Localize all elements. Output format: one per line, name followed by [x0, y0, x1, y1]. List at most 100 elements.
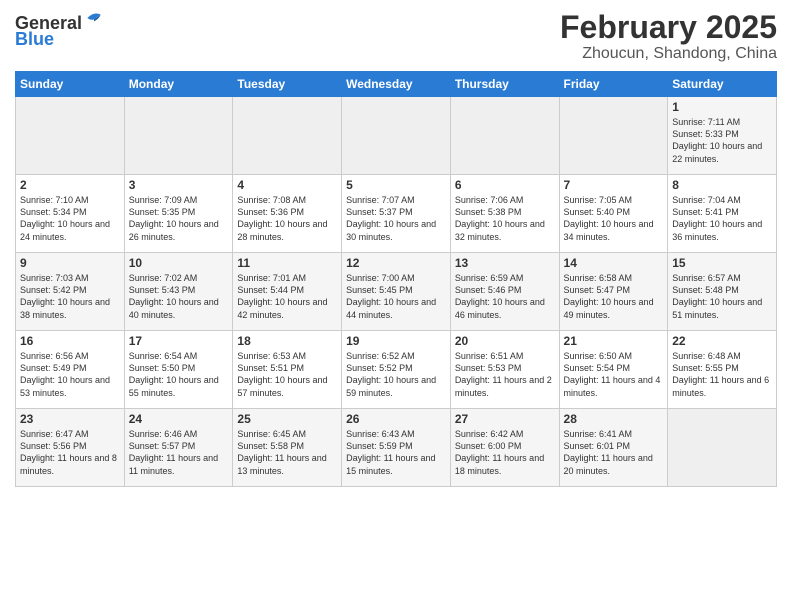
- day-number: 19: [346, 334, 446, 348]
- day-info: Sunrise: 6:45 AM Sunset: 5:58 PM Dayligh…: [237, 428, 337, 477]
- col-wednesday: Wednesday: [342, 72, 451, 97]
- day-number: 2: [20, 178, 120, 192]
- day-info: Sunrise: 7:08 AM Sunset: 5:36 PM Dayligh…: [237, 194, 337, 243]
- logo: General Blue: [15, 14, 104, 50]
- calendar-cell: 4 Sunrise: 7:08 AM Sunset: 5:36 PM Daylig…: [233, 175, 342, 253]
- day-number: 16: [20, 334, 120, 348]
- calendar-cell: 25 Sunrise: 6:45 AM Sunset: 5:58 PM Dayli…: [233, 409, 342, 487]
- day-info: Sunrise: 7:10 AM Sunset: 5:34 PM Dayligh…: [20, 194, 120, 243]
- day-info: Sunrise: 6:52 AM Sunset: 5:52 PM Dayligh…: [346, 350, 446, 399]
- day-number: 21: [564, 334, 664, 348]
- calendar-cell: [233, 97, 342, 175]
- calendar-cell: 17 Sunrise: 6:54 AM Sunset: 5:50 PM Dayli…: [124, 331, 233, 409]
- day-number: 10: [129, 256, 229, 270]
- day-info: Sunrise: 7:05 AM Sunset: 5:40 PM Dayligh…: [564, 194, 664, 243]
- calendar-cell: 23 Sunrise: 6:47 AM Sunset: 5:56 PM Dayli…: [16, 409, 125, 487]
- day-info: Sunrise: 6:43 AM Sunset: 5:59 PM Dayligh…: [346, 428, 446, 477]
- day-info: Sunrise: 6:53 AM Sunset: 5:51 PM Dayligh…: [237, 350, 337, 399]
- calendar-cell: [342, 97, 451, 175]
- calendar-cell: 1Sunrise: 7:11 AM Sunset: 5:33 PM Daylig…: [668, 97, 777, 175]
- calendar-cell: 24 Sunrise: 6:46 AM Sunset: 5:57 PM Dayli…: [124, 409, 233, 487]
- calendar-cell: 8 Sunrise: 7:04 AM Sunset: 5:41 PM Daylig…: [668, 175, 777, 253]
- day-info: Sunrise: 6:54 AM Sunset: 5:50 PM Dayligh…: [129, 350, 229, 399]
- day-info: Sunrise: 6:58 AM Sunset: 5:47 PM Dayligh…: [564, 272, 664, 321]
- col-friday: Friday: [559, 72, 668, 97]
- calendar-cell: [16, 97, 125, 175]
- day-info: Sunrise: 6:59 AM Sunset: 5:46 PM Dayligh…: [455, 272, 555, 321]
- day-number: 27: [455, 412, 555, 426]
- calendar-cell: 2 Sunrise: 7:10 AM Sunset: 5:34 PM Daylig…: [16, 175, 125, 253]
- calendar-subtitle: Zhoucun, Shandong, China: [560, 45, 777, 63]
- col-saturday: Saturday: [668, 72, 777, 97]
- col-monday: Monday: [124, 72, 233, 97]
- day-number: 6: [455, 178, 555, 192]
- day-info: Sunrise: 7:01 AM Sunset: 5:44 PM Dayligh…: [237, 272, 337, 321]
- day-number: 5: [346, 178, 446, 192]
- calendar-table: Sunday Monday Tuesday Wednesday Thursday…: [15, 71, 777, 487]
- day-number: 7: [564, 178, 664, 192]
- col-thursday: Thursday: [450, 72, 559, 97]
- day-info: Sunrise: 6:51 AM Sunset: 5:53 PM Dayligh…: [455, 350, 555, 399]
- logo-bird-icon: [84, 8, 104, 28]
- calendar-cell: 16 Sunrise: 6:56 AM Sunset: 5:49 PM Dayli…: [16, 331, 125, 409]
- day-number: 18: [237, 334, 337, 348]
- calendar-cell: 5Sunrise: 7:07 AM Sunset: 5:37 PM Daylig…: [342, 175, 451, 253]
- header: General Blue February 2025 Zhoucun, Shan…: [15, 10, 777, 63]
- day-info: Sunrise: 6:42 AM Sunset: 6:00 PM Dayligh…: [455, 428, 555, 477]
- calendar-cell: 15Sunrise: 6:57 AM Sunset: 5:48 PM Dayli…: [668, 253, 777, 331]
- calendar-cell: 21 Sunrise: 6:50 AM Sunset: 5:54 PM Dayli…: [559, 331, 668, 409]
- calendar-week-row: 16 Sunrise: 6:56 AM Sunset: 5:49 PM Dayli…: [16, 331, 777, 409]
- col-sunday: Sunday: [16, 72, 125, 97]
- day-number: 22: [672, 334, 772, 348]
- calendar-cell: 6 Sunrise: 7:06 AM Sunset: 5:38 PM Daylig…: [450, 175, 559, 253]
- day-number: 25: [237, 412, 337, 426]
- day-info: Sunrise: 6:46 AM Sunset: 5:57 PM Dayligh…: [129, 428, 229, 477]
- day-number: 4: [237, 178, 337, 192]
- calendar-cell: 28Sunrise: 6:41 AM Sunset: 6:01 PM Dayli…: [559, 409, 668, 487]
- calendar-cell: 14Sunrise: 6:58 AM Sunset: 5:47 PM Dayli…: [559, 253, 668, 331]
- title-block: February 2025 Zhoucun, Shandong, China: [560, 10, 777, 63]
- calendar-week-row: 2 Sunrise: 7:10 AM Sunset: 5:34 PM Daylig…: [16, 175, 777, 253]
- calendar-cell: 7 Sunrise: 7:05 AM Sunset: 5:40 PM Daylig…: [559, 175, 668, 253]
- day-number: 8: [672, 178, 772, 192]
- col-tuesday: Tuesday: [233, 72, 342, 97]
- day-info: Sunrise: 6:47 AM Sunset: 5:56 PM Dayligh…: [20, 428, 120, 477]
- calendar-cell: [450, 97, 559, 175]
- calendar-week-row: 1Sunrise: 7:11 AM Sunset: 5:33 PM Daylig…: [16, 97, 777, 175]
- day-number: 24: [129, 412, 229, 426]
- day-info: Sunrise: 6:48 AM Sunset: 5:55 PM Dayligh…: [672, 350, 772, 399]
- calendar-week-row: 23 Sunrise: 6:47 AM Sunset: 5:56 PM Dayli…: [16, 409, 777, 487]
- day-number: 23: [20, 412, 120, 426]
- calendar-cell: 13Sunrise: 6:59 AM Sunset: 5:46 PM Dayli…: [450, 253, 559, 331]
- calendar-cell: [668, 409, 777, 487]
- day-number: 17: [129, 334, 229, 348]
- calendar-cell: 11 Sunrise: 7:01 AM Sunset: 5:44 PM Dayli…: [233, 253, 342, 331]
- day-info: Sunrise: 6:56 AM Sunset: 5:49 PM Dayligh…: [20, 350, 120, 399]
- day-info: Sunrise: 7:11 AM Sunset: 5:33 PM Dayligh…: [672, 116, 772, 165]
- day-info: Sunrise: 7:04 AM Sunset: 5:41 PM Dayligh…: [672, 194, 772, 243]
- calendar-header-row: Sunday Monday Tuesday Wednesday Thursday…: [16, 72, 777, 97]
- day-info: Sunrise: 7:03 AM Sunset: 5:42 PM Dayligh…: [20, 272, 120, 321]
- calendar-cell: [124, 97, 233, 175]
- day-info: Sunrise: 7:02 AM Sunset: 5:43 PM Dayligh…: [129, 272, 229, 321]
- day-info: Sunrise: 6:50 AM Sunset: 5:54 PM Dayligh…: [564, 350, 664, 399]
- calendar-cell: 19 Sunrise: 6:52 AM Sunset: 5:52 PM Dayli…: [342, 331, 451, 409]
- calendar-cell: 27 Sunrise: 6:42 AM Sunset: 6:00 PM Dayli…: [450, 409, 559, 487]
- calendar-cell: 12Sunrise: 7:00 AM Sunset: 5:45 PM Dayli…: [342, 253, 451, 331]
- calendar-cell: 22 Sunrise: 6:48 AM Sunset: 5:55 PM Dayli…: [668, 331, 777, 409]
- calendar-cell: 10 Sunrise: 7:02 AM Sunset: 5:43 PM Dayli…: [124, 253, 233, 331]
- calendar-cell: 9 Sunrise: 7:03 AM Sunset: 5:42 PM Daylig…: [16, 253, 125, 331]
- calendar-cell: [559, 97, 668, 175]
- day-number: 3: [129, 178, 229, 192]
- day-number: 9: [20, 256, 120, 270]
- page-container: General Blue February 2025 Zhoucun, Shan…: [0, 0, 792, 612]
- calendar-week-row: 9 Sunrise: 7:03 AM Sunset: 5:42 PM Daylig…: [16, 253, 777, 331]
- calendar-cell: 26 Sunrise: 6:43 AM Sunset: 5:59 PM Dayli…: [342, 409, 451, 487]
- calendar-cell: 3Sunrise: 7:09 AM Sunset: 5:35 PM Daylig…: [124, 175, 233, 253]
- day-number: 11: [237, 256, 337, 270]
- day-info: Sunrise: 7:06 AM Sunset: 5:38 PM Dayligh…: [455, 194, 555, 243]
- day-number: 12: [346, 256, 446, 270]
- day-number: 26: [346, 412, 446, 426]
- day-number: 28: [564, 412, 664, 426]
- calendar-title: February 2025: [560, 10, 777, 45]
